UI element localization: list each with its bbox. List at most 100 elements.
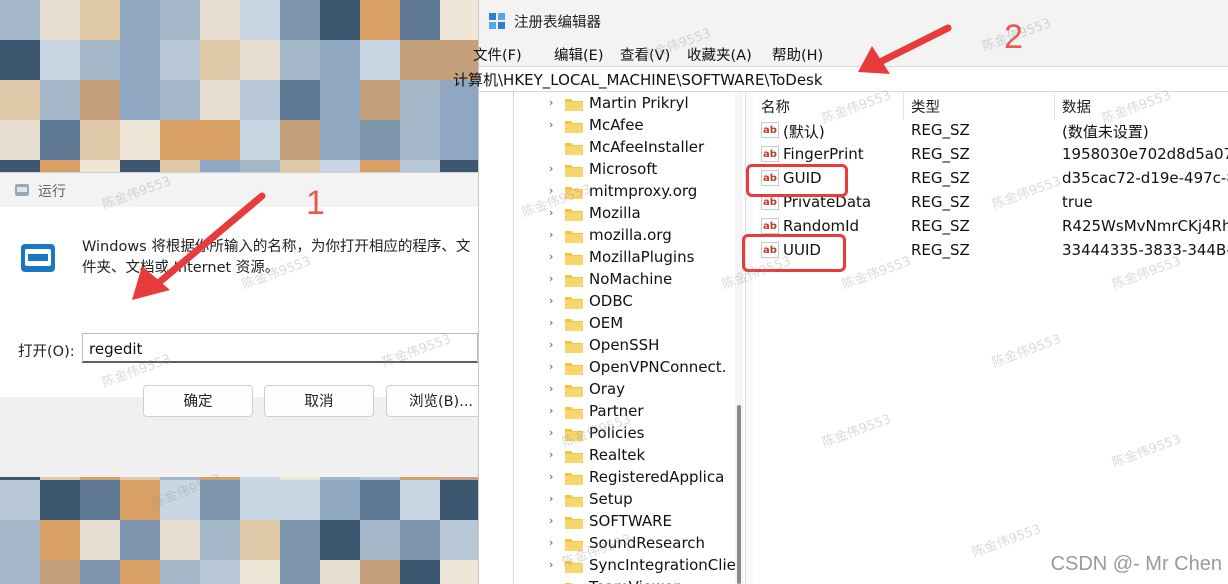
desktop-mosaic-tile [40, 40, 80, 80]
desktop-mosaic-tile [280, 0, 320, 40]
tree-item[interactable]: › Partner [549, 401, 745, 423]
chevron-right-icon[interactable]: › [549, 425, 561, 441]
chevron-right-icon[interactable]: › [549, 271, 561, 287]
desktop-mosaic-tile [40, 480, 80, 520]
tree-guide-line [513, 92, 515, 584]
tree-item[interactable]: › MozillaPlugins [549, 247, 745, 269]
tree-item[interactable]: › Microsoft [549, 159, 745, 181]
chevron-right-icon[interactable]: › [549, 161, 561, 177]
desktop-mosaic-tile [400, 560, 440, 584]
tree-item-label: SOFTWARE [589, 512, 673, 530]
folder-icon [565, 517, 583, 529]
cancel-button[interactable]: 取消 [264, 385, 374, 417]
tree-item[interactable]: › Martin Prikryl [549, 93, 745, 115]
tree-item[interactable]: › Policies [549, 423, 745, 445]
desktop-mosaic-tile [360, 520, 400, 560]
desktop-mosaic-tile [160, 520, 200, 560]
desktop-mosaic-tile [160, 560, 200, 584]
tree-item[interactable]: › SOFTWARE [549, 511, 745, 533]
folder-icon [565, 121, 583, 133]
tree-item[interactable]: › RegisteredApplica [549, 467, 745, 489]
desktop-mosaic-tile [200, 520, 240, 560]
folder-icon [565, 539, 583, 551]
desktop-mosaic-tile [120, 120, 160, 160]
chevron-right-icon[interactable]: › [549, 513, 561, 529]
tree-item[interactable]: › OpenVPNConnect. [549, 357, 745, 379]
tree-item[interactable]: › SoundResearch [549, 533, 745, 555]
tree-item[interactable]: › Mozilla [549, 203, 745, 225]
ok-button[interactable]: 确定 [143, 385, 253, 417]
chevron-right-icon[interactable]: › [549, 95, 561, 111]
tree-item[interactable]: › mozilla.org [549, 225, 745, 247]
chevron-right-icon[interactable]: › [549, 293, 561, 309]
desktop-mosaic-tile [440, 520, 480, 560]
folder-icon [565, 253, 583, 265]
chevron-right-icon[interactable]: › [549, 227, 561, 243]
desktop-mosaic-tile [400, 120, 440, 160]
guid-highlight-box [746, 164, 848, 197]
chevron-right-icon[interactable]: › [549, 315, 561, 331]
tree-item[interactable]: › TeamViewer [549, 577, 745, 584]
column-data-header[interactable]: 数据 [1062, 96, 1091, 117]
regedit-titlebar[interactable]: 注册表编辑器 [479, 0, 1228, 40]
chevron-right-icon[interactable]: › [549, 249, 561, 265]
desktop-mosaic-tile [200, 40, 240, 80]
desktop-mosaic-tile [120, 480, 160, 520]
run-titlebar[interactable]: 运行 [0, 173, 480, 207]
column-type-header[interactable]: 类型 [911, 96, 940, 117]
folder-icon [565, 341, 583, 353]
chevron-right-icon[interactable]: › [549, 359, 561, 375]
desktop-mosaic-tile [0, 480, 40, 520]
address-bar[interactable]: 计算机\HKEY_LOCAL_MACHINE\SOFTWARE\ToDesk [453, 66, 1228, 92]
menu-favorites[interactable]: 收藏夹(A) [687, 44, 752, 65]
chevron-right-icon[interactable]: › [549, 403, 561, 419]
tree-item[interactable]: › OpenSSH [549, 335, 745, 357]
desktop-mosaic-tile [440, 0, 480, 40]
string-value-icon: ab [761, 218, 779, 234]
tree-item[interactable]: › Setup [549, 489, 745, 511]
tree-item[interactable]: ›McAfeeInstaller [549, 137, 745, 159]
chevron-right-icon[interactable]: › [549, 491, 561, 507]
tree-item[interactable]: › Realtek [549, 445, 745, 467]
chevron-right-icon[interactable]: › [549, 205, 561, 221]
folder-icon [565, 165, 583, 177]
tree-item[interactable]: › ODBC [549, 291, 745, 313]
chevron-right-icon[interactable]: › [549, 117, 561, 133]
value-name: (默认) [783, 123, 825, 141]
tree-item[interactable]: › mitmproxy.org [549, 181, 745, 203]
desktop-mosaic-tile [80, 120, 120, 160]
tree-item[interactable]: › NoMachine [549, 269, 745, 291]
tree-item[interactable]: › SyncIntegrationClie [549, 555, 745, 577]
column-separator[interactable] [1054, 92, 1055, 120]
run-command-input[interactable]: regedit [82, 333, 478, 363]
chevron-right-icon[interactable]: › [549, 557, 561, 573]
tree-scrollbar-thumb[interactable] [737, 405, 741, 584]
folder-icon [565, 473, 583, 485]
value-row[interactable]: ab (默认) REG_SZ (数值未设置) [753, 119, 1228, 143]
tree-item-label: Policies [589, 424, 645, 442]
chevron-right-icon[interactable]: › [549, 381, 561, 397]
menu-file[interactable]: 文件(F) [473, 44, 522, 65]
desktop-mosaic-tile [360, 40, 400, 80]
desktop-mosaic-tile [360, 80, 400, 120]
chevron-right-icon[interactable]: › [549, 447, 561, 463]
column-separator[interactable] [903, 92, 904, 120]
menu-edit[interactable]: 编辑(E) [554, 44, 603, 65]
menu-help[interactable]: 帮助(H) [772, 44, 823, 65]
tree-item[interactable]: › OEM [549, 313, 745, 335]
desktop-mosaic-tile [0, 80, 40, 120]
desktop-mosaic-tile [240, 80, 280, 120]
chevron-right-icon[interactable]: › [549, 579, 561, 584]
menubar: 文件(F) 编辑(E) 查看(V) 收藏夹(A) 帮助(H) [473, 40, 1228, 66]
menu-view[interactable]: 查看(V) [620, 44, 670, 65]
uuid-highlight-box [742, 234, 846, 272]
column-name-header[interactable]: 名称 [761, 96, 790, 117]
chevron-right-icon[interactable]: › [549, 535, 561, 551]
chevron-right-icon[interactable]: › [549, 469, 561, 485]
folder-icon [565, 561, 583, 573]
tree-item[interactable]: › Oray [549, 379, 745, 401]
tree-item[interactable]: › McAfee [549, 115, 745, 137]
value-type: REG_SZ [911, 193, 970, 211]
chevron-right-icon[interactable]: › [549, 183, 561, 199]
chevron-right-icon[interactable]: › [549, 337, 561, 353]
